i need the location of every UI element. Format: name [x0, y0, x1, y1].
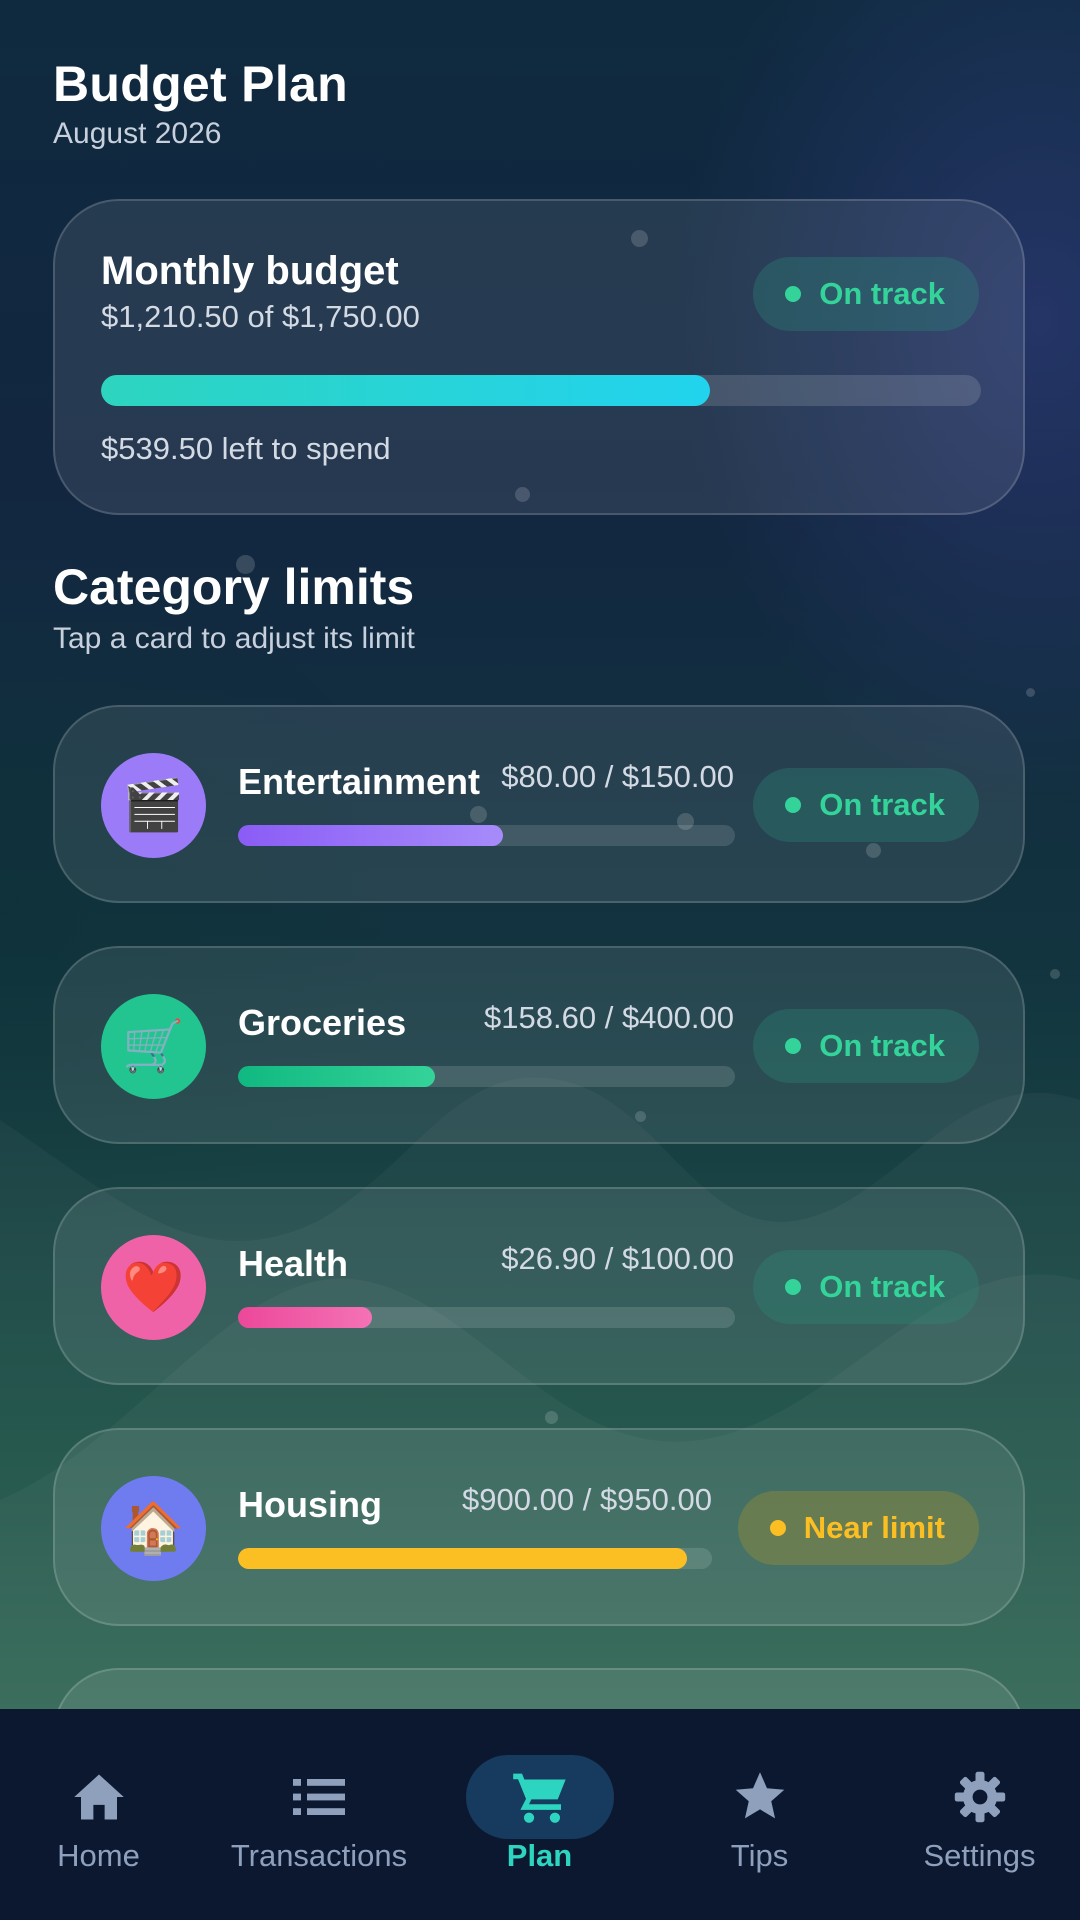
- monthly-budget-card[interactable]: Monthly budget $1,210.50 of $1,750.00 On…: [53, 199, 1025, 515]
- gear-icon: [906, 1755, 1054, 1839]
- background-dot: [1050, 969, 1060, 979]
- background-dot: [1026, 688, 1035, 697]
- category-progress-fill: [238, 1066, 436, 1087]
- star-icon: [686, 1755, 834, 1839]
- nav-item-home[interactable]: Home: [0, 1709, 197, 1920]
- nav-item-tips[interactable]: Tips: [661, 1709, 858, 1920]
- category-card-groceries[interactable]: 🛒 Groceries $158.60 / $400.00 On track: [53, 946, 1025, 1144]
- summary-title: Monthly budget: [101, 249, 399, 293]
- bottom-navigation: Home Transactions Plan Tips Settings: [0, 1709, 1080, 1920]
- category-progress-fill: [238, 825, 503, 846]
- category-card-health[interactable]: ❤️ Health $26.90 / $100.00 On track: [53, 1187, 1025, 1385]
- section-title: Category limits: [53, 559, 415, 615]
- category-amount: $80.00 / $150.00: [501, 759, 734, 794]
- category-name: Entertainment: [238, 761, 481, 802]
- home-icon: [25, 1755, 173, 1839]
- status-dot-icon: [785, 1038, 802, 1054]
- nav-label: Tips: [730, 1838, 789, 1873]
- category-amount: $900.00 / $950.00: [462, 1482, 712, 1517]
- page-subtitle: August 2026: [53, 117, 222, 150]
- status-dot-icon: [785, 286, 802, 302]
- category-card-entertainment[interactable]: 🎬 Entertainment $80.00 / $150.00 On track: [53, 705, 1025, 903]
- category-progress-bar: [238, 1066, 735, 1087]
- nav-label: Plan: [506, 1838, 573, 1873]
- category-progress-fill: [238, 1307, 372, 1328]
- nav-item-settings[interactable]: Settings: [881, 1709, 1078, 1920]
- status-dot-icon: [785, 797, 802, 813]
- status-badge: Near limit: [737, 1491, 979, 1565]
- category-section-header: Category limits Tap a card to adjust its…: [53, 557, 415, 659]
- status-badge: On track: [753, 1250, 979, 1324]
- status-badge-label: On track: [819, 1269, 945, 1304]
- summary-amount: $1,210.50 of $1,750.00: [101, 299, 420, 334]
- status-badge-label: On track: [819, 276, 945, 311]
- status-badge: On track: [753, 257, 979, 331]
- category-name: Health: [238, 1243, 349, 1284]
- category-name: Housing: [238, 1484, 382, 1525]
- page-title: Budget Plan: [53, 56, 348, 112]
- cart-icon: [465, 1755, 614, 1839]
- left-to-spend: $539.50 left to spend: [101, 431, 391, 466]
- nav-item-plan[interactable]: Plan: [441, 1709, 638, 1920]
- page-header: Budget Plan August 2026: [53, 52, 348, 152]
- background-dot: [545, 1411, 558, 1424]
- category-amount: $26.90 / $100.00: [501, 1241, 734, 1276]
- status-dot-icon: [769, 1520, 786, 1536]
- category-progress-bar: [238, 1548, 712, 1569]
- category-card-housing[interactable]: 🏠 Housing $900.00 / $950.00 Near limit: [53, 1428, 1025, 1626]
- category-progress-bar: [238, 1307, 735, 1328]
- category-progress-bar: [238, 825, 735, 846]
- section-subtitle: Tap a card to adjust its limit: [53, 622, 415, 655]
- list-icon: [245, 1755, 393, 1839]
- nav-item-transactions[interactable]: Transactions: [197, 1709, 441, 1920]
- clapper-board-icon: 🎬: [101, 753, 206, 858]
- status-badge-label: On track: [819, 1028, 945, 1063]
- status-badge: On track: [753, 1009, 979, 1083]
- nav-label: Transactions: [230, 1838, 408, 1873]
- category-name: Groceries: [238, 1002, 407, 1043]
- status-badge-label: Near limit: [803, 1510, 945, 1545]
- status-badge: On track: [753, 768, 979, 842]
- nav-label: Settings: [923, 1838, 1036, 1873]
- budget-progress-fill: [101, 375, 710, 406]
- status-dot-icon: [785, 1279, 802, 1295]
- status-badge-label: On track: [819, 787, 945, 822]
- category-progress-fill: [238, 1548, 687, 1569]
- shopping-cart-icon: 🛒: [101, 994, 206, 1099]
- house-icon: 🏠: [101, 1476, 206, 1581]
- nav-label: Home: [57, 1838, 140, 1873]
- category-amount: $158.60 / $400.00: [484, 1000, 734, 1035]
- budget-progress-bar: [101, 375, 981, 406]
- heart-icon: ❤️: [101, 1235, 206, 1340]
